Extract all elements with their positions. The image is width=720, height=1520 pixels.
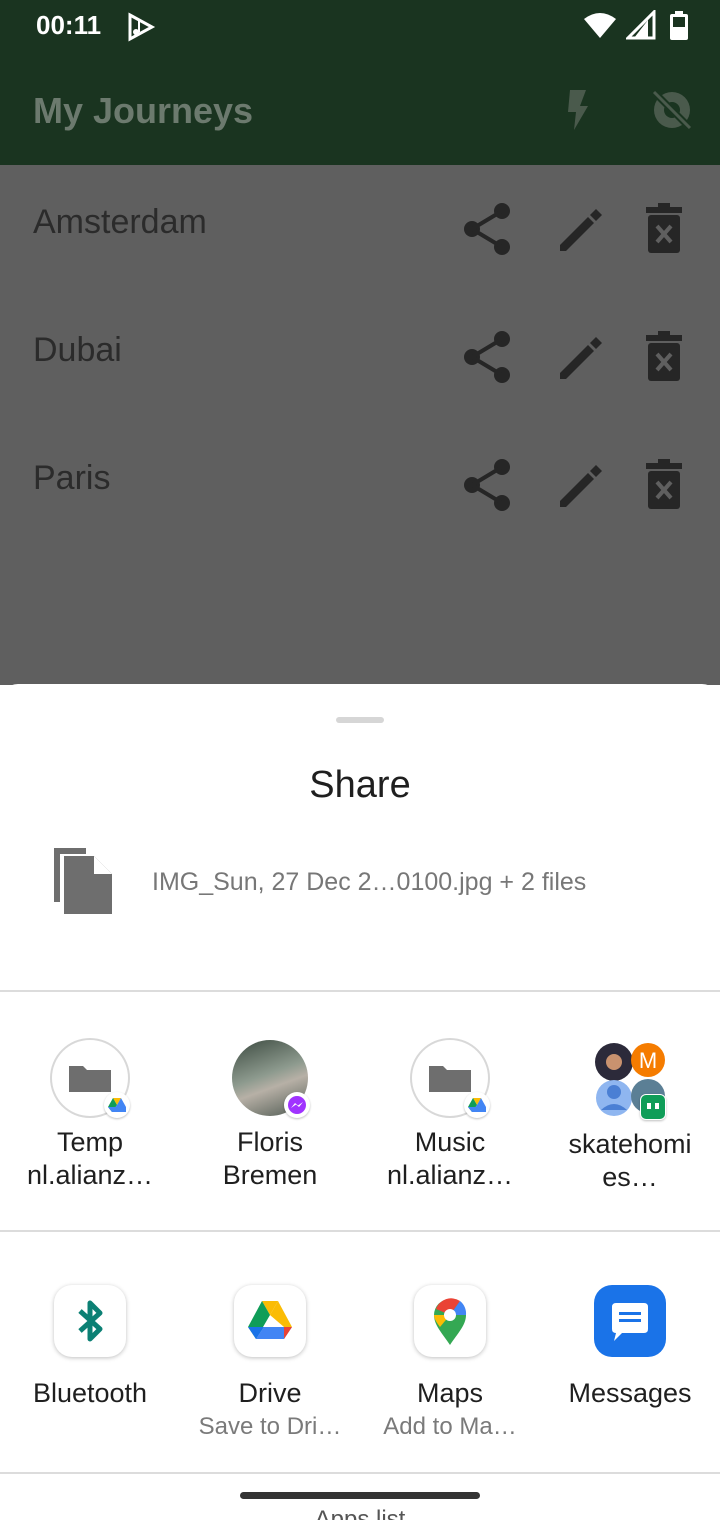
share-icon[interactable] [460,201,516,257]
list-item[interactable]: Amsterdam [0,165,720,293]
share-title: Share [309,764,411,806]
shared-file-label: IMG_Sun, 27 Dec 2…0100.jpg + 2 files [152,868,587,896]
divider [0,1472,720,1474]
share-icon[interactable] [460,329,516,385]
divider [0,990,720,992]
share-icon[interactable] [460,457,516,513]
status-bar: 00:11 [0,0,720,56]
drag-handle[interactable] [336,717,384,723]
target-line1: skatehomi [568,1129,692,1159]
edit-icon[interactable] [552,329,608,385]
target-line2: nl.alianz… [26,1160,154,1190]
app-messages[interactable]: Messages [540,1285,720,1410]
app-subtitle: Save to Dri… [198,1413,342,1440]
target-line2: Bremen [222,1160,318,1190]
drive-badge-icon [104,1092,130,1118]
contact-avatar [232,1040,310,1118]
target-line1: Temp [56,1127,124,1157]
bluetooth-icon [54,1285,126,1357]
messages-icon [594,1285,666,1357]
drive-badge-icon [464,1092,490,1118]
app-name: Maps [416,1378,484,1408]
folder-icon [412,1040,490,1118]
location-off-icon[interactable] [648,86,696,134]
wifi-icon [584,13,617,38]
list-item[interactable]: Dubai [0,293,720,421]
files-icon [54,848,112,914]
status-time: 00:11 [36,10,102,40]
journey-list: Amsterdam Dubai Paris [0,165,720,685]
gesture-nav-bar[interactable] [240,1492,480,1499]
list-item[interactable]: Paris [0,421,720,549]
signal-icon [625,10,656,40]
delete-icon[interactable] [636,201,692,257]
app-drive[interactable]: Drive Save to Dri… [180,1285,360,1442]
target-line1: Floris [237,1127,303,1157]
page-title: My Journeys [33,90,254,131]
journey-name: Dubai [33,331,122,369]
direct-share-skatehomies[interactable]: M skatehomi es… [540,1040,720,1194]
direct-share-music[interactable]: Music nl.alianz… [360,1040,540,1192]
flash-icon[interactable] [556,86,596,134]
maps-icon [414,1285,486,1357]
direct-share-floris[interactable]: Floris Bremen [180,1040,360,1192]
delete-icon[interactable] [636,329,692,385]
folder-icon [52,1040,130,1118]
apps-list-label: Apps list [314,1506,406,1520]
direct-share-temp[interactable]: Temp nl.alianz… [0,1040,180,1192]
play-music-icon [128,12,156,42]
app-maps[interactable]: Maps Add to Ma… [360,1285,540,1442]
journey-name: Amsterdam [33,203,207,241]
app-name: Drive [238,1378,302,1408]
group-avatar: M [590,1040,670,1120]
app-bar: My Journeys [0,56,720,165]
app-name: Bluetooth [32,1378,148,1408]
app-bluetooth[interactable]: Bluetooth [0,1285,180,1410]
share-sheet: Share IMG_Sun, 27 Dec 2…0100.jpg + 2 fil… [0,684,720,1520]
hangouts-badge-icon [640,1094,666,1120]
app-name: Messages [568,1378,692,1408]
target-line1: Music [414,1127,486,1157]
drive-icon [234,1285,306,1357]
divider [0,1230,720,1232]
app-subtitle: Add to Ma… [383,1413,517,1440]
target-line2: nl.alianz… [386,1160,514,1190]
delete-icon[interactable] [636,457,692,513]
messenger-badge-icon [284,1092,310,1118]
edit-icon[interactable] [552,457,608,513]
edit-icon[interactable] [552,201,608,257]
target-line2: es… [602,1162,658,1192]
svg-text:M: M [639,1048,657,1073]
battery-icon [670,11,688,40]
journey-name: Paris [33,459,111,497]
